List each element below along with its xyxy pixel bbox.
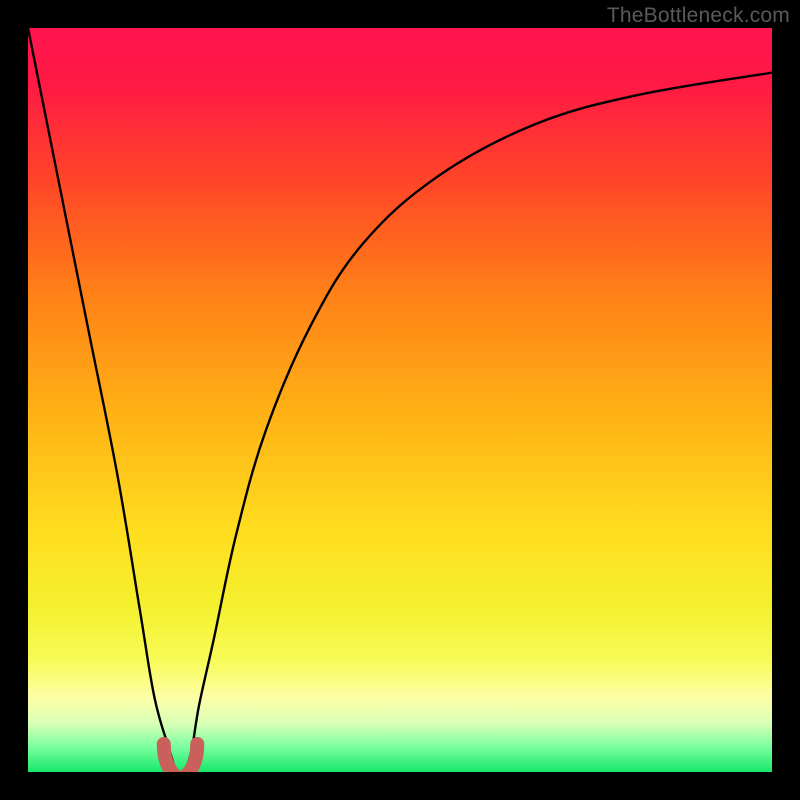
- heat-gradient-background: [28, 28, 772, 772]
- gradient-rect: [28, 28, 772, 772]
- plot-area: [28, 28, 772, 772]
- chart-frame: TheBottleneck.com: [0, 0, 800, 800]
- watermark-text: TheBottleneck.com: [607, 4, 790, 28]
